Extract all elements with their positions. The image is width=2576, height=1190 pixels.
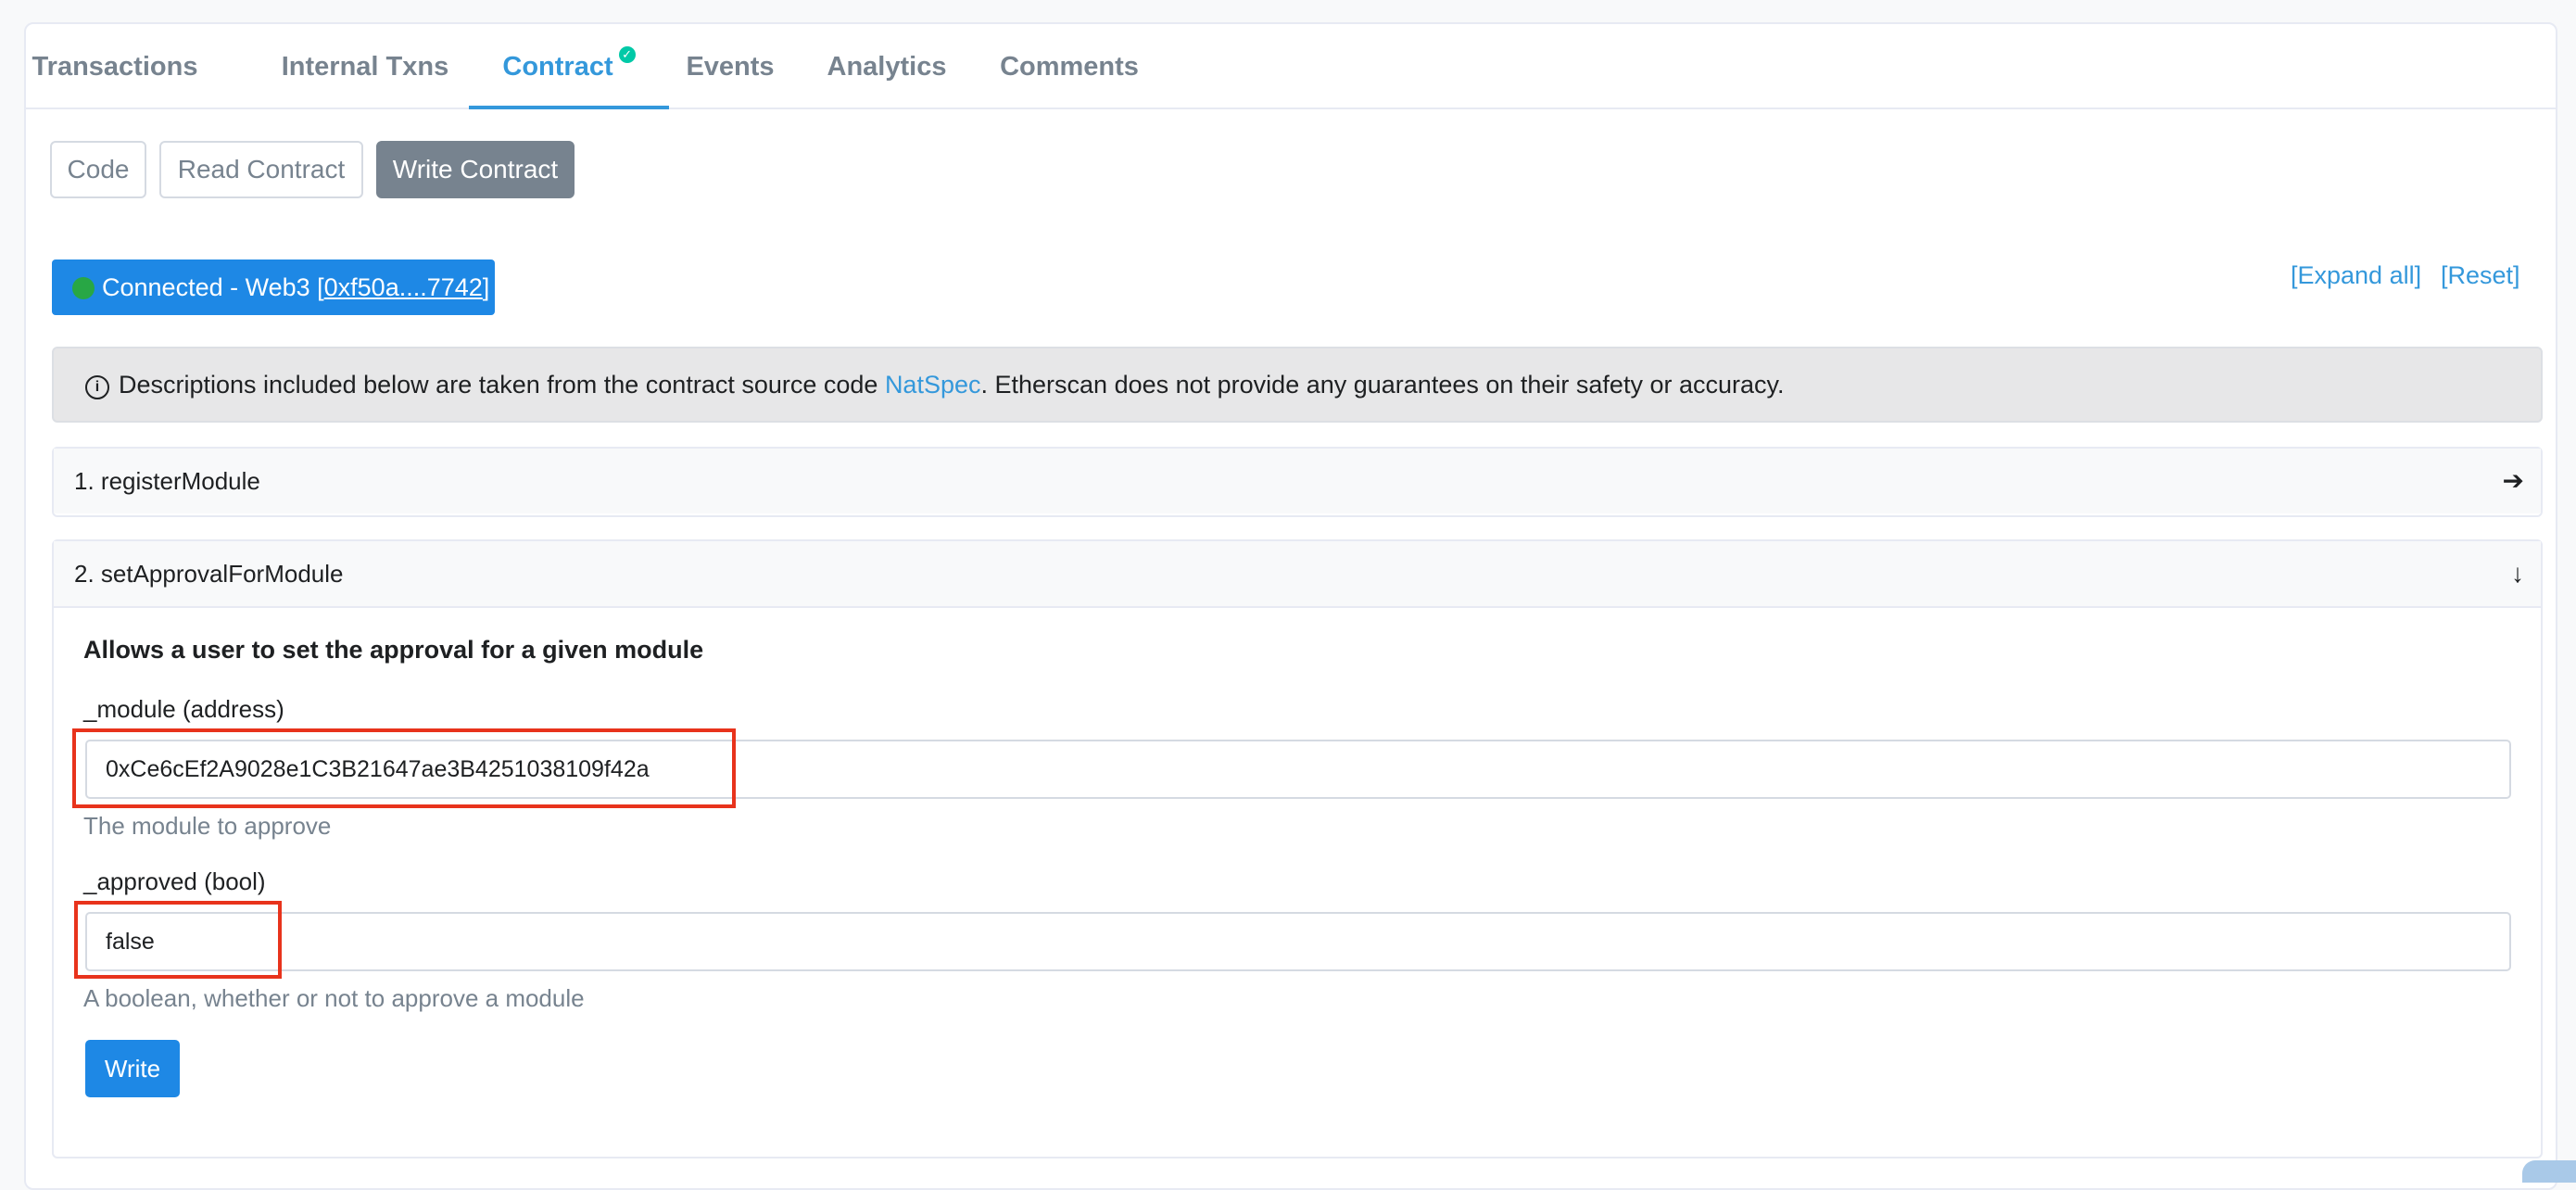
approved-param-label: _approved (bool)	[83, 867, 266, 895]
verified-check-icon: ✓	[618, 46, 636, 63]
notice-text-pre: Descriptions included below are taken fr…	[119, 371, 885, 399]
function-panel-setApprovalForModule: 2. setApprovalForModule ↓ Allows a user …	[52, 539, 2543, 1158]
contract-card: Transactions Internal Txns Contract ✓ Eve…	[24, 22, 2557, 1190]
connection-close-bracket: ]	[482, 273, 490, 301]
tab-events[interactable]: Events	[680, 24, 780, 109]
module-param-help: The module to approve	[83, 812, 332, 840]
tab-internal-txns[interactable]: Internal Txns	[269, 24, 461, 109]
function-body: Allows a user to set the approval for a …	[54, 606, 2541, 1097]
tab-contract[interactable]: Contract ✓	[469, 24, 669, 109]
natspec-notice: i Descriptions included below are taken f…	[52, 347, 2543, 423]
web3-connection-badge[interactable]: Connected - Web3 [0xf50a....7742]	[52, 260, 495, 315]
reset-link[interactable]: [Reset]	[2441, 261, 2520, 290]
tab-transactions[interactable]: Transactions	[26, 24, 204, 109]
arrow-right-icon: ➔	[2502, 466, 2524, 495]
write-contract-button[interactable]: Write Contract	[376, 141, 575, 198]
module-param-label: _module (address)	[83, 695, 284, 723]
scroll-to-top-button[interactable]	[2522, 1160, 2576, 1183]
tab-bar: Transactions Internal Txns Contract ✓ Eve…	[26, 24, 2556, 109]
connected-address-link[interactable]: 0xf50a....7742	[324, 273, 483, 301]
function-panel-registerModule: 1. registerModule ➔	[52, 447, 2543, 517]
read-contract-button[interactable]: Read Contract	[159, 141, 363, 198]
natspec-link[interactable]: NatSpec	[885, 371, 981, 399]
tab-contract-label: Contract	[502, 52, 613, 82]
tab-comments[interactable]: Comments	[997, 24, 1142, 109]
approved-bool-input[interactable]	[85, 912, 2511, 971]
function-title: 1. registerModule	[74, 467, 260, 495]
module-address-input[interactable]	[85, 740, 2511, 799]
function-title: 2. setApprovalForModule	[74, 560, 344, 588]
function-header-setApprovalForModule[interactable]: 2. setApprovalForModule ↓	[54, 541, 2541, 606]
write-button[interactable]: Write	[85, 1040, 180, 1097]
connected-status-dot	[72, 277, 95, 299]
function-header-registerModule[interactable]: 1. registerModule ➔	[54, 449, 2541, 513]
connection-status-text: Connected - Web3 [	[102, 273, 324, 301]
approved-param-help: A boolean, whether or not to approve a m…	[83, 984, 585, 1012]
notice-text-post: . Etherscan does not provide any guarant…	[980, 371, 1785, 399]
tab-analytics[interactable]: Analytics	[825, 24, 949, 109]
function-description: Allows a user to set the approval for a …	[83, 636, 704, 664]
info-icon: i	[85, 375, 109, 399]
code-button[interactable]: Code	[50, 141, 146, 198]
expand-all-link[interactable]: [Expand all]	[2291, 261, 2421, 290]
arrow-down-icon: ↓	[2511, 559, 2524, 588]
